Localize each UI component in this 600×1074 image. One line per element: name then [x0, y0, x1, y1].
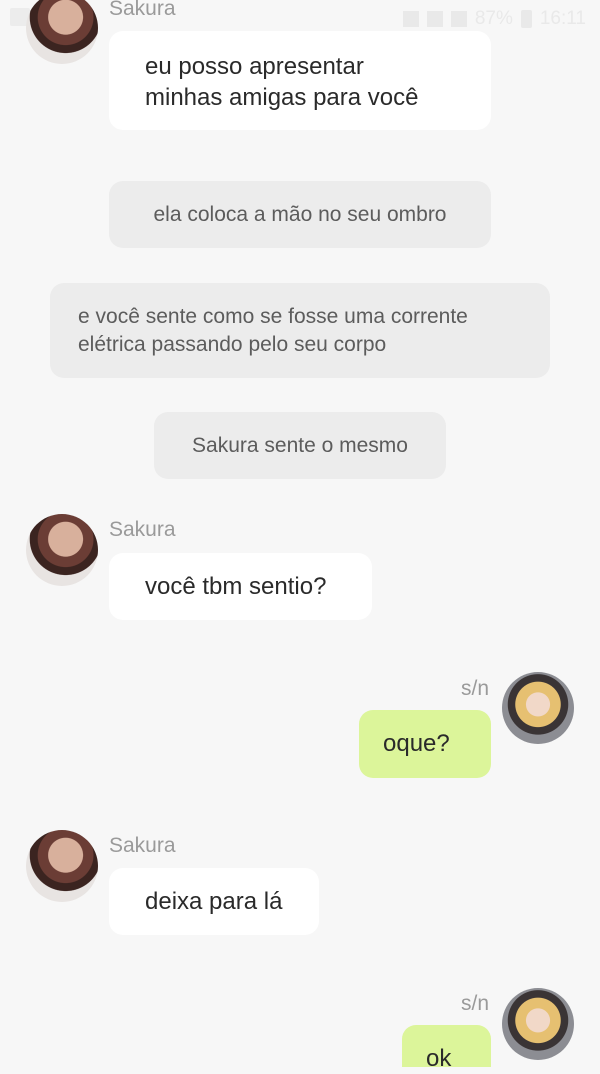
narration-text: elétrica passando pelo seu corpo	[78, 333, 387, 356]
message-bubble[interactable]: você tbm sentio?	[109, 553, 372, 620]
narration-bubble: ela coloca a mão no seu ombro	[109, 181, 491, 248]
message-text: você tbm sentio?	[145, 573, 327, 600]
sender-name: s/n	[461, 992, 490, 1015]
avatar[interactable]	[502, 672, 574, 744]
sender-name: Sakura	[109, 834, 176, 857]
alarm-icon	[402, 11, 419, 27]
message-text: deixa para lá	[145, 888, 283, 915]
avatar[interactable]	[502, 988, 574, 1060]
message-text: ok	[426, 1045, 452, 1072]
sender-name: Sakura	[109, 518, 176, 541]
status-right: 87% 16:11	[402, 8, 586, 30]
message-text: oque?	[383, 730, 450, 757]
message-text: minhas amigas para você	[145, 84, 419, 111]
battery-percent: 87%	[474, 8, 513, 29]
narration-text: ela coloca a mão no seu ombro	[153, 203, 447, 226]
sender-name: s/n	[461, 677, 490, 700]
avatar[interactable]	[26, 830, 98, 902]
sender-name: Sakura	[109, 0, 176, 20]
avatar[interactable]	[26, 0, 98, 64]
message-bubble[interactable]: ok	[402, 1025, 491, 1072]
message-bubble[interactable]: oque?	[359, 710, 491, 778]
narration-text: Sakura sente o mesmo	[192, 434, 408, 457]
narration-text: e você sente como se fosse uma corrente	[78, 305, 468, 328]
clock: 16:11	[539, 8, 586, 29]
wifi-icon	[426, 11, 443, 27]
message-bubble[interactable]: deixa para lá	[109, 868, 319, 935]
narration-bubble: Sakura sente o mesmo	[154, 412, 446, 479]
message-text: eu posso apresentar	[145, 53, 364, 80]
narration-bubble: e você sente como se fosse uma corrente …	[50, 283, 550, 378]
battery-icon	[520, 10, 532, 28]
signal-icon	[450, 11, 467, 27]
avatar[interactable]	[26, 514, 98, 586]
message-bubble[interactable]: eu posso apresentar minhas amigas para v…	[109, 31, 491, 130]
